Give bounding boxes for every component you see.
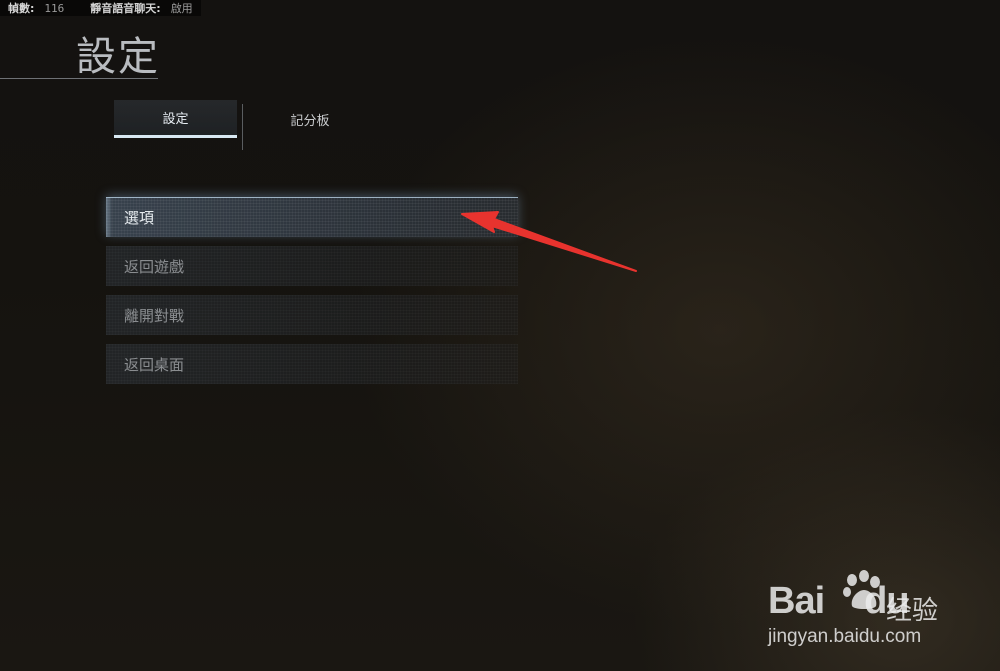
voice-chat-value: 啟用 (170, 2, 193, 15)
menu-item-options[interactable]: 選項 (106, 197, 518, 237)
baidu-watermark: Bai du 经验 jingyan.baidu.com (760, 560, 990, 660)
menu-item-label: 選項 (124, 209, 155, 227)
title-underline (0, 78, 158, 79)
watermark-url: jingyan.baidu.com (768, 626, 922, 647)
menu-item-return-to-game[interactable]: 返回遊戲 (106, 246, 518, 286)
selection-glow (106, 198, 112, 237)
page-title: 設定 (76, 34, 160, 80)
tab-settings[interactable]: 設定 (114, 100, 237, 138)
menu-item-label: 離開對戰 (124, 306, 185, 325)
menu-item-label: 返回桌面 (124, 355, 185, 374)
fps-value: 116 (44, 1, 65, 15)
watermark-cn-text: 经验 (886, 596, 939, 626)
fps-label: 幀數: (8, 2, 35, 15)
status-bar: 幀數: 116 靜音語音聊天: 啟用 (0, 0, 201, 16)
tab-divider (242, 104, 243, 150)
menu-item-label: 返回遊戲 (124, 257, 185, 276)
voice-chat-label: 靜音語音聊天: (90, 2, 161, 15)
menu-item-return-to-desktop[interactable]: 返回桌面 (106, 344, 518, 384)
menu-item-leave-match[interactable]: 離開對戰 (106, 295, 518, 335)
paw-icon (843, 570, 880, 609)
tab-scoreboard[interactable]: 記分板 (250, 100, 370, 138)
